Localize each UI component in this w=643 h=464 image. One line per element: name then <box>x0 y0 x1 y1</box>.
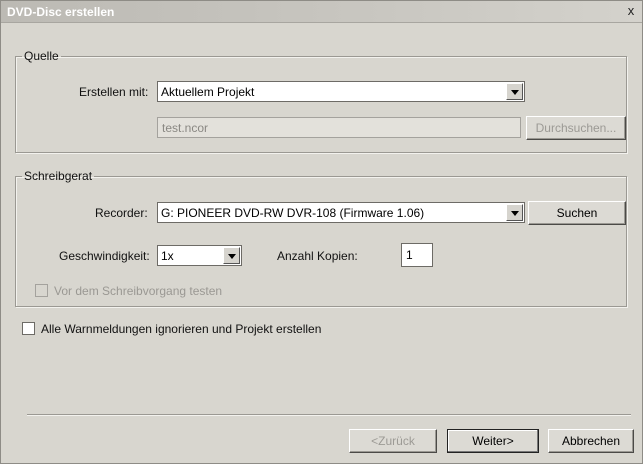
copies-label: Anzahl Kopien: <box>277 249 358 263</box>
test-before-write-checkbox <box>35 284 48 297</box>
speed-value: 1x <box>161 249 174 263</box>
recorder-label: Recorder: <box>95 206 148 220</box>
recorder-value: G: PIONEER DVD-RW DVR-108 (Firmware 1.06… <box>161 206 425 220</box>
search-button[interactable]: Suchen <box>528 201 626 225</box>
close-icon[interactable]: x <box>623 4 639 18</box>
test-before-write-label: Vor dem Schreibvorgang testen <box>54 284 223 298</box>
chevron-down-icon[interactable] <box>506 204 523 221</box>
source-legend: Quelle <box>24 49 59 63</box>
browse-button: Durchsuchen... <box>526 116 626 140</box>
speed-label: Geschwindigkeit: <box>59 249 150 263</box>
chevron-down-icon[interactable] <box>223 247 240 264</box>
create-with-value: Aktuellem Projekt <box>161 85 255 99</box>
next-button[interactable]: Weiter> <box>447 429 539 453</box>
copies-field[interactable]: 1 <box>401 243 433 267</box>
ignore-warnings-checkbox[interactable] <box>22 322 35 335</box>
title-bar[interactable]: DVD-Disc erstellen x <box>1 1 642 23</box>
create-with-dropdown[interactable]: Aktuellem Projekt <box>157 81 525 102</box>
source-file-field: test.ncor <box>157 117 521 138</box>
dvd-disc-dialog: DVD-Disc erstellen x Quelle Erstellen mi… <box>0 0 643 464</box>
cancel-button[interactable]: Abbrechen <box>548 429 634 453</box>
chevron-down-icon[interactable] <box>506 83 523 100</box>
writer-legend: Schreibgerat <box>24 169 93 183</box>
ignore-warnings-label[interactable]: Alle Warnmeldungen ignorieren und Projek… <box>41 322 321 336</box>
speed-dropdown[interactable]: 1x <box>157 245 242 266</box>
create-with-label: Erstellen mit: <box>79 85 149 99</box>
back-button: <Zurück <box>349 429 437 453</box>
window-title: DVD-Disc erstellen <box>7 5 115 19</box>
footer-separator <box>27 414 631 416</box>
recorder-dropdown[interactable]: G: PIONEER DVD-RW DVR-108 (Firmware 1.06… <box>157 202 525 223</box>
